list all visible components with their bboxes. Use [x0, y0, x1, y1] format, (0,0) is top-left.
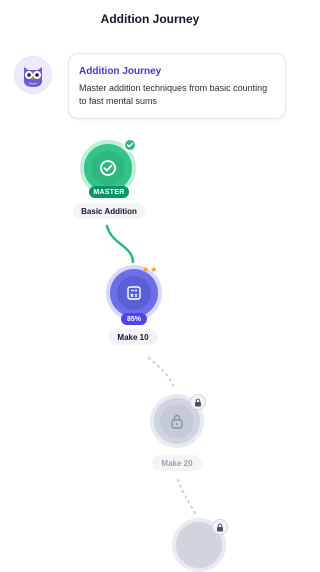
connector-locked-1: [148, 357, 176, 391]
owl-icon: [24, 67, 42, 87]
lesson-label-make-20[interactable]: Make 20: [152, 455, 202, 471]
connector-completed: [105, 224, 135, 264]
calculator-icon: [127, 286, 141, 300]
master-badge: MASTER: [89, 186, 129, 198]
intro-card: Addition Journey Master addition techniq…: [68, 53, 286, 119]
intro-card-description: Master addition techniques from basic co…: [79, 83, 268, 106]
connector-locked-2: [177, 479, 197, 516]
progress-badge: 85%: [121, 313, 147, 325]
completed-check-icon: [123, 138, 137, 152]
intro-card-title: Addition Journey: [79, 66, 162, 77]
lesson-label-basic-addition[interactable]: Basic Addition: [73, 203, 145, 219]
owl-mascot-avatar: [14, 56, 52, 94]
check-circle-icon: [100, 160, 116, 176]
stars-rating: ★★: [142, 265, 159, 274]
lock-icon: [171, 414, 183, 429]
page-title: Addition Journey: [100, 12, 200, 26]
lock-badge-icon: [190, 394, 206, 410]
lesson-label-make-10[interactable]: Make 10: [108, 329, 158, 345]
